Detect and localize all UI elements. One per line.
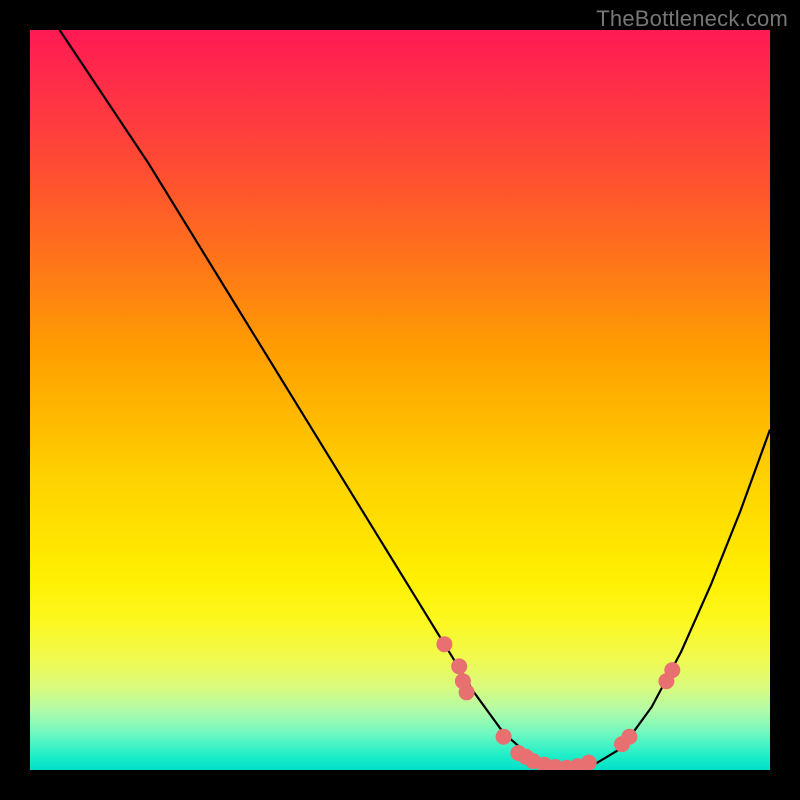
watermark-text: TheBottleneck.com bbox=[596, 6, 788, 32]
data-point bbox=[581, 755, 597, 770]
data-point bbox=[451, 658, 467, 674]
chart-container: TheBottleneck.com bbox=[0, 0, 800, 800]
bottleneck-curve bbox=[60, 30, 770, 768]
data-point bbox=[664, 662, 680, 678]
data-point bbox=[621, 729, 637, 745]
data-point bbox=[436, 636, 452, 652]
chart-overlay bbox=[30, 30, 770, 770]
data-point bbox=[496, 729, 512, 745]
data-points bbox=[436, 636, 680, 770]
plot-area bbox=[30, 30, 770, 770]
data-point bbox=[459, 684, 475, 700]
